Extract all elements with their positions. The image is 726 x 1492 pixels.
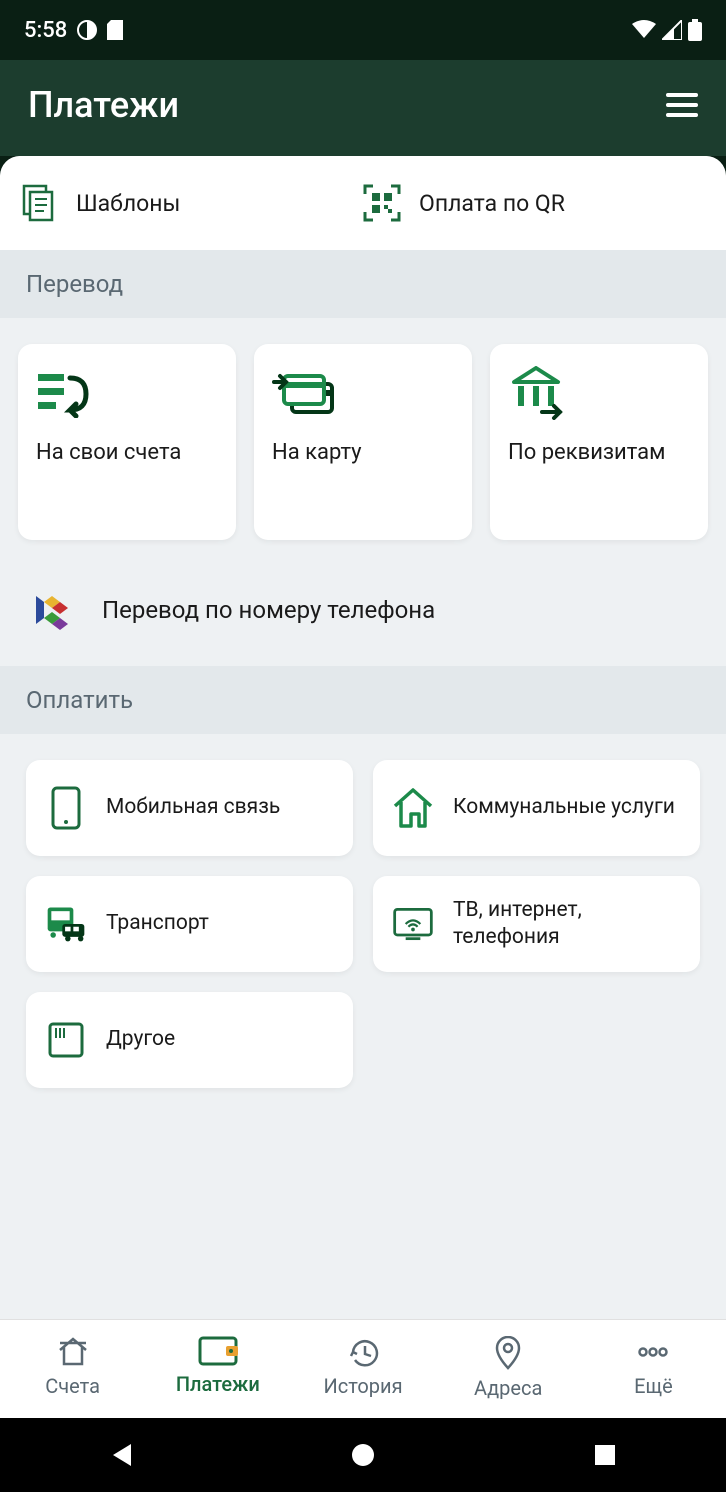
own-accounts-icon [36, 368, 218, 418]
android-home[interactable] [350, 1442, 376, 1468]
status-right [632, 19, 702, 41]
history-icon [347, 1336, 379, 1368]
location-icon [495, 1336, 521, 1370]
nav-payments[interactable]: Платежи [145, 1336, 290, 1400]
page-title: Платежи [28, 84, 179, 126]
more-icon [636, 1336, 670, 1368]
house-icon [391, 786, 435, 830]
nav-more[interactable]: Ещё [581, 1336, 726, 1400]
transfer-own-accounts[interactable]: На свои счета [18, 344, 236, 540]
transfer-section-title: Перевод [0, 250, 726, 318]
templates-button[interactable]: Шаблоны [20, 184, 363, 222]
mobile-icon [44, 786, 88, 830]
android-back[interactable] [109, 1442, 133, 1468]
pay-mobile[interactable]: Мобильная связь [26, 760, 353, 856]
tv-label: ТВ, интернет, телефония [453, 897, 682, 952]
nav-addresses-label: Адреса [474, 1376, 542, 1400]
app-header: Платежи [0, 60, 726, 156]
wifi-icon [632, 20, 656, 40]
status-icon-1 [77, 20, 97, 40]
top-actions: Шаблоны Оплата по QR [0, 156, 726, 250]
requisites-label: По реквизитам [508, 440, 690, 465]
other-label: Другое [106, 1026, 175, 1053]
bank-icon [508, 368, 690, 418]
sd-card-icon [107, 20, 123, 40]
templates-label: Шаблоны [76, 190, 180, 217]
nav-history-label: История [323, 1374, 402, 1398]
signal-icon [662, 20, 682, 40]
nav-addresses[interactable]: Адреса [436, 1336, 581, 1400]
card-icon [272, 368, 454, 418]
transport-icon [44, 902, 88, 946]
qr-icon [363, 184, 401, 222]
transport-label: Транспорт [106, 910, 209, 937]
tv-icon [391, 902, 435, 946]
android-recent[interactable] [593, 1443, 617, 1467]
sbp-icon [32, 586, 74, 634]
nav-accounts[interactable]: Счета [0, 1336, 145, 1400]
pay-grid: Мобильная связь Коммунальные услуги Тран… [0, 734, 726, 1114]
content: Шаблоны Оплата по QR Перевод На свои сче… [0, 156, 726, 1319]
phone-transfer-label: Перевод по номеру телефона [102, 596, 435, 624]
other-icon [44, 1018, 88, 1062]
menu-icon[interactable] [666, 93, 698, 117]
home-icon [56, 1336, 90, 1368]
qr-pay-button[interactable]: Оплата по QR [363, 184, 706, 222]
nav-more-label: Ещё [634, 1374, 673, 1398]
nav-accounts-label: Счета [45, 1374, 100, 1398]
pay-section-title: Оплатить [0, 666, 726, 734]
nav-payments-label: Платежи [176, 1372, 260, 1396]
phone-transfer-button[interactable]: Перевод по номеру телефона [0, 566, 726, 666]
bottom-nav: Счета Платежи История Адреса Ещё [0, 1319, 726, 1418]
pay-tv-internet[interactable]: ТВ, интернет, телефония [373, 876, 700, 972]
card-label: На карту [272, 440, 454, 465]
status-time: 5:58 [24, 18, 67, 43]
templates-icon [20, 184, 58, 222]
transfer-to-card[interactable]: На карту [254, 344, 472, 540]
utilities-label: Коммунальные услуги [453, 794, 675, 821]
mobile-label: Мобильная связь [106, 794, 280, 821]
pay-utilities[interactable]: Коммунальные услуги [373, 760, 700, 856]
pay-other[interactable]: Другое [26, 992, 353, 1088]
battery-icon [688, 19, 702, 41]
transfer-cards: На свои счета На карту По реквизитам [0, 318, 726, 566]
status-left: 5:58 [24, 18, 123, 43]
qr-label: Оплата по QR [419, 190, 565, 217]
pay-transport[interactable]: Транспорт [26, 876, 353, 972]
wallet-icon [198, 1336, 238, 1366]
transfer-by-requisites[interactable]: По реквизитам [490, 344, 708, 540]
own-accounts-label: На свои счета [36, 440, 218, 465]
android-nav [0, 1418, 726, 1492]
status-bar: 5:58 [0, 0, 726, 60]
nav-history[interactable]: История [290, 1336, 435, 1400]
